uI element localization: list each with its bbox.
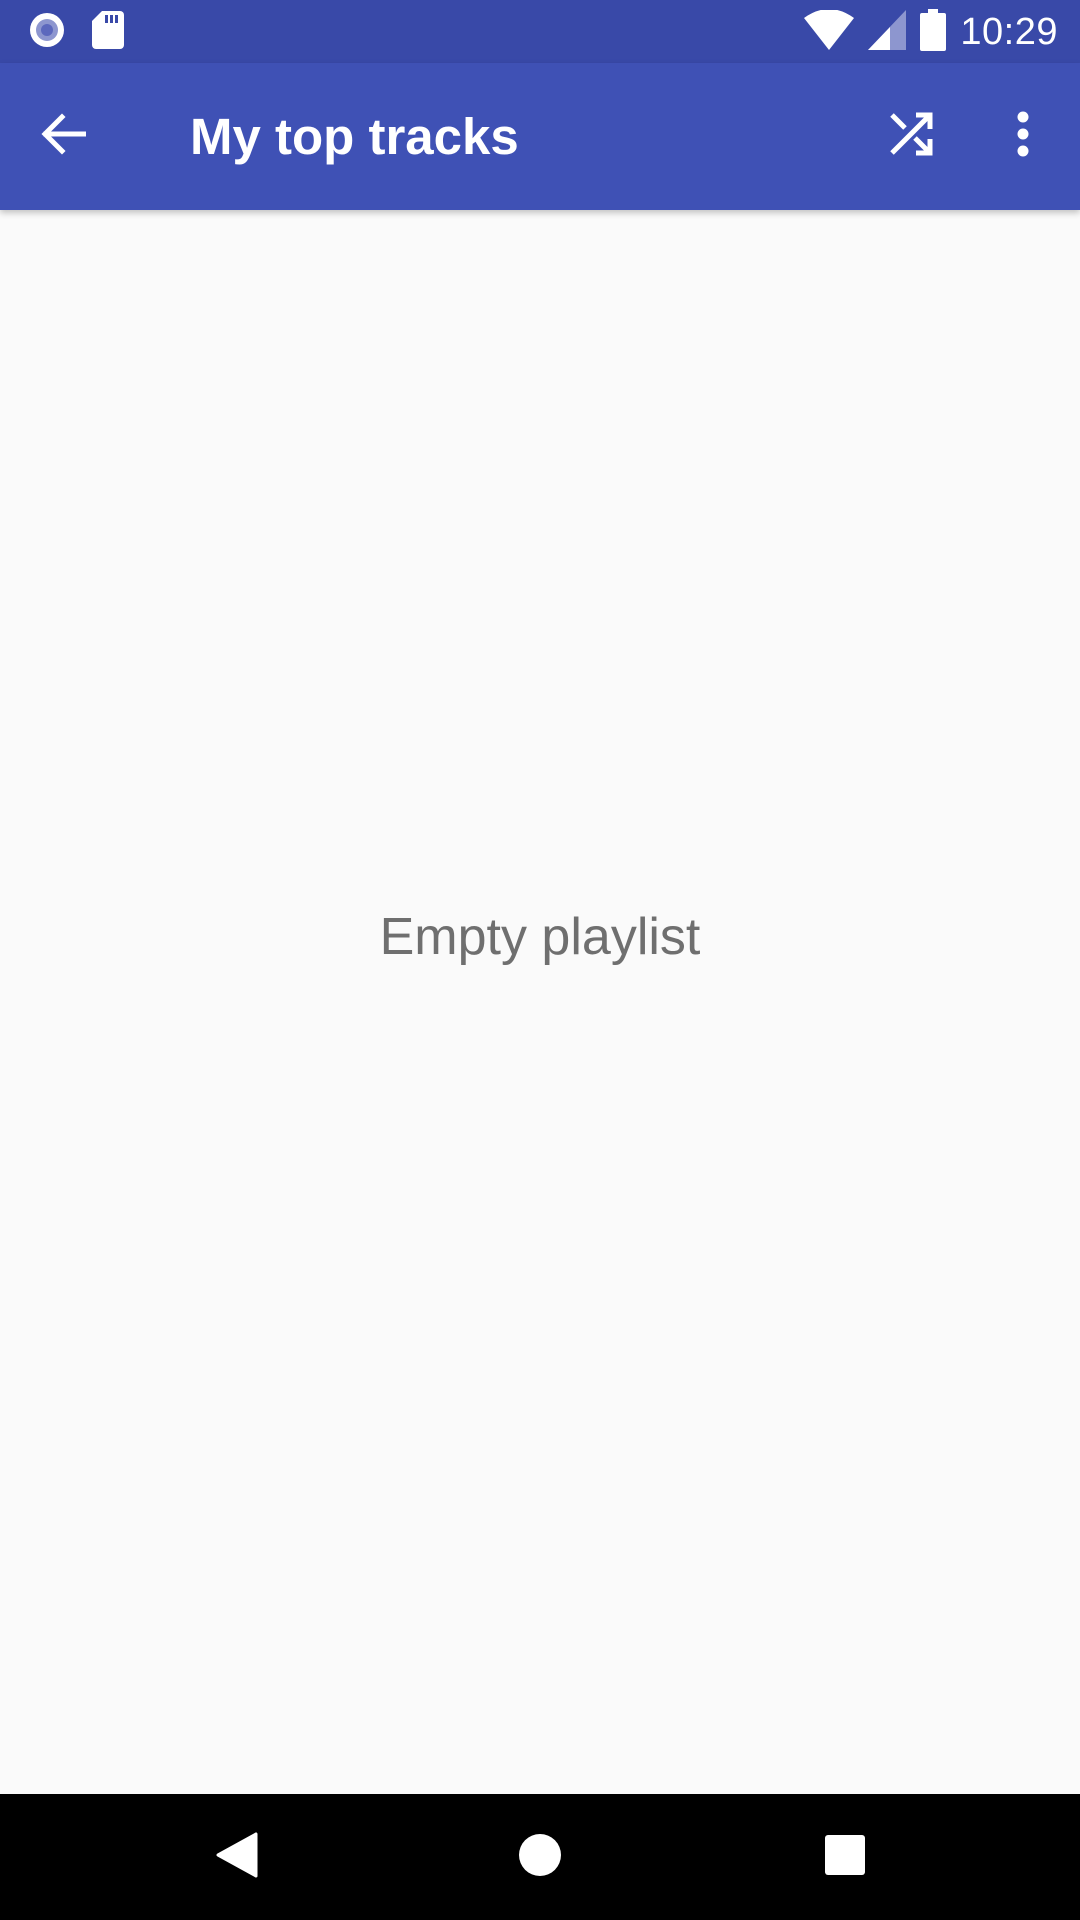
nav-home-button[interactable] [505, 1822, 575, 1892]
status-left-icons [28, 10, 124, 54]
back-button[interactable] [30, 103, 96, 169]
playlist-content: Empty playlist [0, 210, 1080, 1794]
screen: 10:29 My top tracks Empty playlist [0, 0, 1080, 1920]
navigation-bar [0, 1794, 1080, 1920]
status-bar: 10:29 [0, 0, 1080, 63]
nav-home-icon [518, 1833, 562, 1882]
overflow-menu-button[interactable] [990, 103, 1056, 169]
shuffle-icon [888, 111, 934, 162]
shuffle-button[interactable] [878, 103, 944, 169]
record-icon [28, 11, 66, 54]
arrow-back-icon [40, 111, 87, 162]
signal-icon [868, 9, 907, 55]
sd-card-icon [92, 10, 124, 54]
more-vert-icon [1015, 111, 1031, 162]
status-right-icons: 10:29 [804, 8, 1058, 56]
app-bar: My top tracks [0, 63, 1080, 210]
page-title: My top tracks [190, 108, 519, 165]
nav-back-icon [216, 1832, 258, 1883]
nav-back-button[interactable] [202, 1822, 272, 1892]
status-time: 10:29 [960, 10, 1058, 53]
nav-recents-icon [825, 1834, 865, 1880]
battery-icon [920, 8, 947, 56]
wifi-icon [804, 8, 855, 55]
nav-recents-button[interactable] [810, 1822, 880, 1892]
empty-playlist-message: Empty playlist [379, 908, 701, 966]
